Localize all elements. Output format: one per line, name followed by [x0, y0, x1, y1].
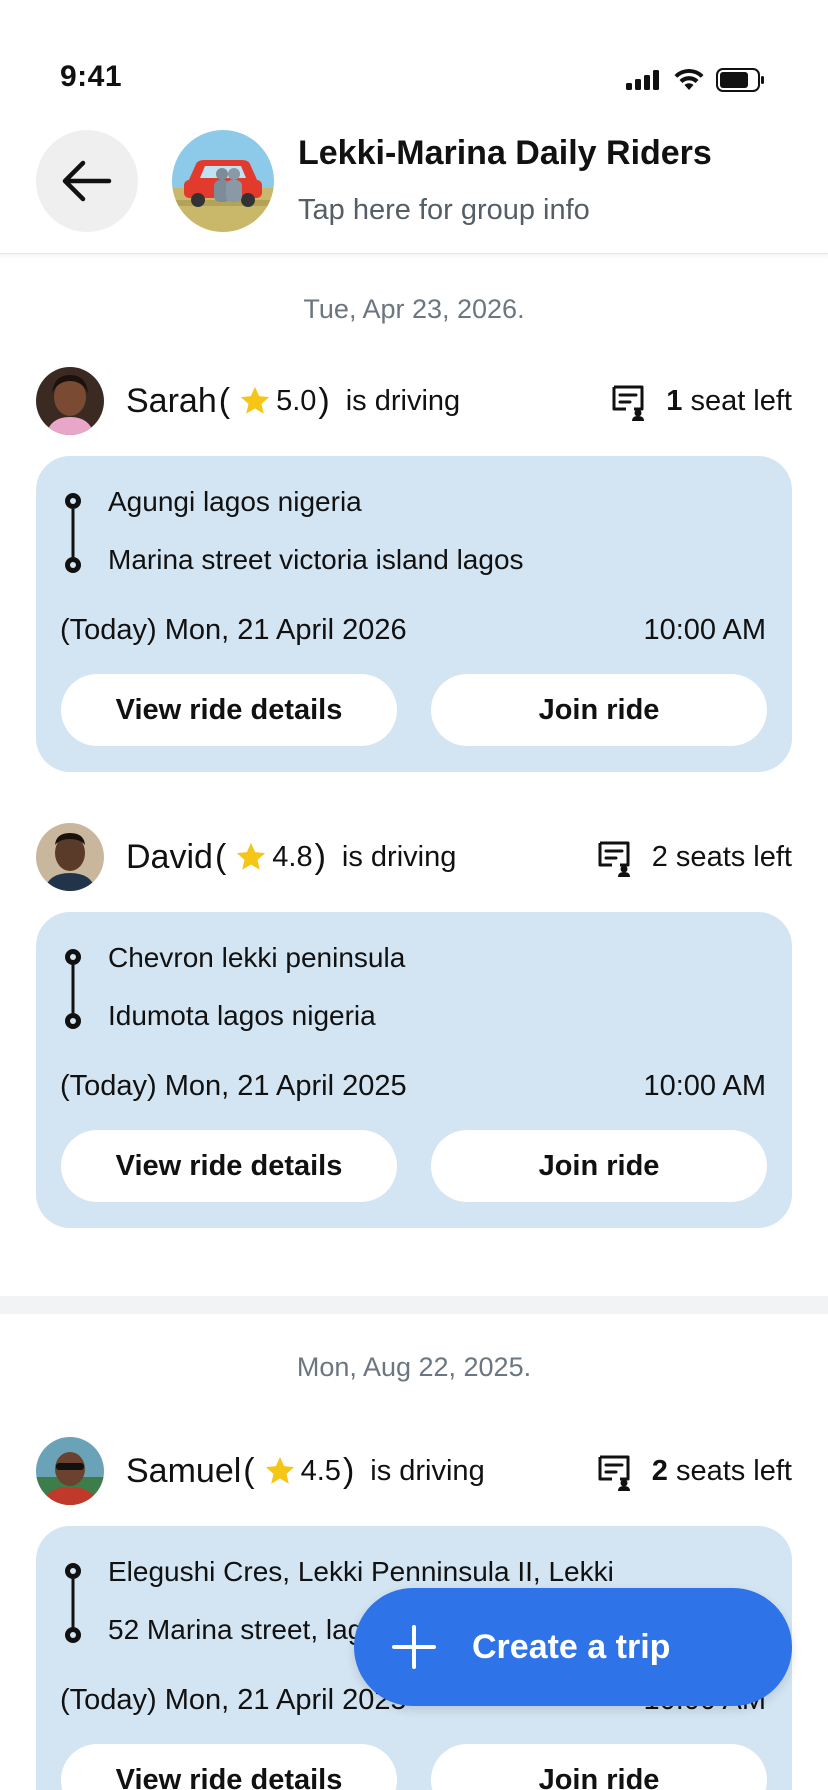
create-trip-label: Create a trip [472, 1627, 671, 1666]
route-icon [65, 949, 81, 1029]
dropoff-location: Idumota lagos nigeria [108, 1000, 376, 1031]
star-icon [263, 1454, 297, 1488]
join-ride-button[interactable]: Join ride [431, 1130, 767, 1202]
seats-count: 2 [651, 1454, 668, 1487]
join-ride-button[interactable]: Join ride [431, 674, 767, 746]
wifi-icon [674, 69, 704, 90]
ride-header: Samuel ( 4.5 ) is driving 2 seats left [36, 1436, 792, 1506]
driver-name[interactable]: Samuel [126, 1452, 241, 1491]
back-button[interactable] [36, 130, 138, 232]
route-icon [65, 1563, 81, 1643]
ride-time: 10:00 AM [643, 614, 766, 646]
driver-photo [36, 823, 104, 891]
close-paren: ) [342, 1451, 355, 1490]
close-paren: ) [318, 381, 330, 420]
driver-rating: 4.8 [272, 840, 313, 873]
status-time: 9:41 [60, 60, 123, 93]
avatar[interactable] [36, 823, 104, 891]
ride-time: 10:00 AM [643, 1070, 766, 1102]
seats-info: 2 seats left [594, 837, 792, 877]
view-ride-details-button[interactable]: View ride details [61, 1130, 397, 1202]
avatar[interactable] [36, 367, 104, 435]
create-trip-button[interactable]: Create a trip [354, 1588, 792, 1706]
seat-chat-icon [598, 841, 630, 877]
star-icon [238, 384, 272, 418]
view-ride-details-button[interactable]: View ride details [61, 1744, 397, 1790]
date-separator: Tue, Apr 23, 2026. [303, 294, 525, 324]
driver-rating: 4.5 [300, 1454, 341, 1487]
seats-count: 1 [666, 384, 683, 417]
driver-rating: 5.0 [276, 384, 317, 417]
ride-header: David ( 4.8 ) is driving 2 seats left [36, 822, 792, 892]
group-avatar[interactable] [172, 130, 274, 232]
group-info-hint[interactable]: Tap here for group info [298, 194, 590, 227]
status-icons [626, 68, 766, 92]
driver-status: is driving [370, 1454, 485, 1487]
seats-info: 1 seat left [608, 381, 792, 421]
dropoff-location: 52 Marina street, lagos [108, 1614, 393, 1645]
chat-header[interactable]: Lekki-Marina Daily Riders Tap here for g… [0, 120, 828, 254]
star-icon [234, 840, 268, 874]
view-ride-details-button[interactable]: View ride details [61, 674, 397, 746]
ride-date: (Today) Mon, 21 April 2025 [60, 1684, 407, 1716]
open-paren: ( [243, 1451, 255, 1490]
seats-label: seats left [675, 1454, 792, 1487]
driver-photo [36, 1437, 104, 1505]
seat-chat-icon [598, 1455, 630, 1491]
plus-icon [392, 1625, 436, 1669]
join-ride-button[interactable]: Join ride [431, 1744, 767, 1790]
pickup-location: Agungi lagos nigeria [108, 486, 362, 517]
driver-photo [36, 367, 104, 435]
car-riders-image [172, 130, 274, 232]
pickup-location: Elegushi Cres, Lekki Penninsula II, Lekk… [108, 1556, 614, 1587]
pickup-location: Chevron lekki peninsula [108, 942, 406, 973]
group-title[interactable]: Lekki-Marina Daily Riders [298, 134, 712, 173]
driver-name[interactable]: David [126, 838, 213, 877]
cellular-signal-icon [626, 70, 659, 90]
close-paren: ) [314, 837, 326, 876]
driver-name[interactable]: Sarah [126, 382, 217, 421]
open-paren: ( [214, 837, 227, 876]
ride-date: (Today) Mon, 21 April 2025 [60, 1070, 407, 1102]
route-icon [65, 493, 81, 573]
status-bar: 9:41 [0, 0, 828, 120]
driver-status: is driving [341, 840, 457, 873]
ride-feed[interactable]: Tue, Apr 23, 2026. Sarah ( 5.0 ) is driv… [0, 254, 828, 1790]
battery-icon [716, 68, 764, 92]
arrow-left-icon [62, 160, 112, 202]
date-separator: Mon, Aug 22, 2025. [296, 1352, 532, 1382]
seats-count: 2 seats left [651, 840, 792, 873]
section-divider [0, 1296, 828, 1314]
seats-label: seat left [690, 384, 792, 417]
open-paren: ( [218, 381, 231, 420]
ride-header: Sarah ( 5.0 ) is driving 1 seat left [36, 366, 792, 436]
ride-card[interactable]: Agungi lagos nigeria Marina street victo… [36, 456, 792, 772]
driver-status: is driving [345, 384, 461, 417]
avatar[interactable] [36, 1437, 104, 1505]
dropoff-location: Marina street victoria island lagos [108, 544, 524, 575]
seats-info: 2 seats left [594, 1451, 792, 1491]
ride-date: (Today) Mon, 21 April 2026 [60, 614, 407, 646]
seat-chat-icon [612, 385, 645, 421]
ride-card[interactable]: Chevron lekki peninsula Idumota lagos ni… [36, 912, 792, 1228]
